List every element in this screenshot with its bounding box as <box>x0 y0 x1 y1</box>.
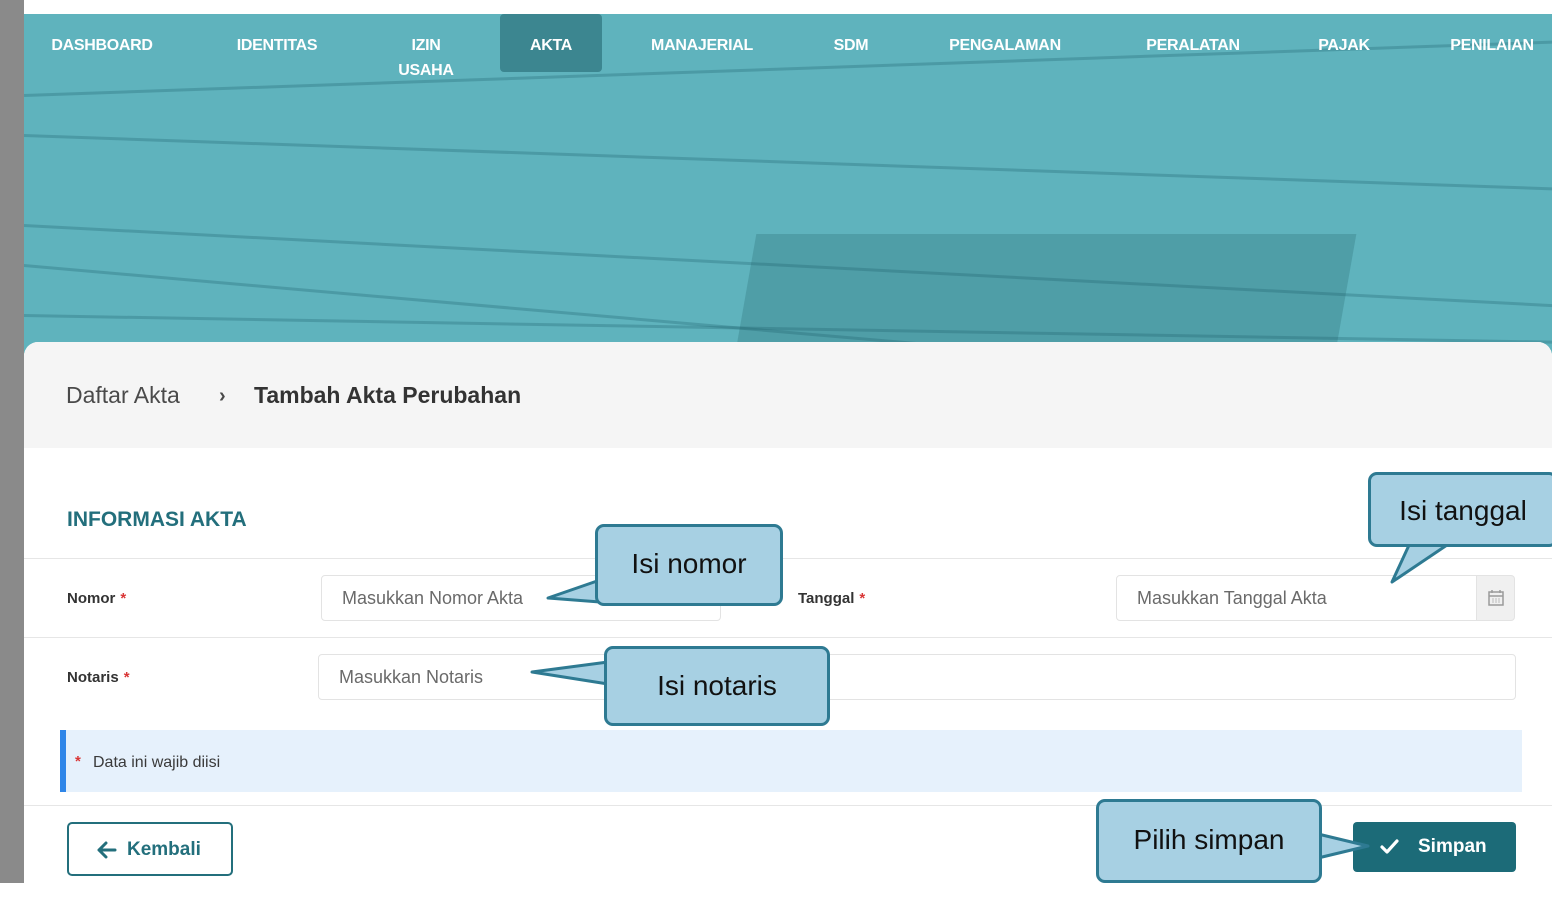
divider <box>24 558 1552 559</box>
arrow-left-icon <box>97 841 117 859</box>
breadcrumb: Daftar Akta › Tambah Akta Perubahan <box>24 342 1552 448</box>
callout-pilih-simpan: Pilih simpan <box>1096 799 1322 883</box>
breadcrumb-chevron-icon: › <box>219 385 226 407</box>
nav-penilaian[interactable]: PENILAIAN <box>1432 14 1552 72</box>
required-notice: * Data ini wajib diisi <box>60 730 1522 792</box>
nav-pajak[interactable]: PAJAK <box>1302 14 1386 72</box>
check-icon <box>1380 839 1399 854</box>
top-border <box>0 0 1552 14</box>
notaris-input[interactable] <box>318 654 1516 700</box>
tanggal-input[interactable] <box>1116 575 1477 621</box>
save-button-label: Simpan <box>1418 836 1487 857</box>
calendar-icon[interactable] <box>1477 575 1515 621</box>
nav-akta[interactable]: AKTA <box>500 14 602 72</box>
notaris-label: Notaris * <box>67 669 130 686</box>
callout-isi-nomor: Isi nomor <box>595 524 783 606</box>
notice-text: Data ini wajib diisi <box>93 754 221 771</box>
nav-manajerial[interactable]: MANAJERIAL <box>632 14 772 72</box>
left-border <box>0 0 24 883</box>
divider <box>24 637 1552 638</box>
required-star: * <box>75 753 81 770</box>
nav-dashboard[interactable]: DASHBOARD <box>34 14 170 72</box>
save-button[interactable]: Simpan <box>1353 822 1516 872</box>
divider <box>24 805 1552 806</box>
breadcrumb-parent-link[interactable]: Daftar Akta <box>66 382 180 409</box>
breadcrumb-current: Tambah Akta Perubahan <box>254 382 522 408</box>
form-card: Daftar Akta › Tambah Akta Perubahan INFO… <box>24 342 1552 902</box>
nav-sdm[interactable]: SDM <box>814 14 888 72</box>
nav-pengalaman[interactable]: PENGALAMAN <box>930 14 1080 72</box>
callout-isi-notaris: Isi notaris <box>604 646 830 726</box>
main-nav: DASHBOARD IDENTITAS IZIN USAHA AKTA MANA… <box>24 14 1552 94</box>
nav-peralatan[interactable]: PERALATAN <box>1128 14 1258 72</box>
tanggal-label: Tanggal * <box>798 590 866 607</box>
callout-isi-tanggal: Isi tanggal <box>1368 472 1552 547</box>
nomor-label: Nomor * <box>67 590 127 607</box>
back-button[interactable]: Kembali <box>67 822 233 876</box>
back-button-label: Kembali <box>127 839 201 860</box>
section-title: INFORMASI AKTA <box>67 508 247 531</box>
nav-identitas[interactable]: IDENTITAS <box>214 14 340 72</box>
nav-izin-usaha[interactable]: IZIN USAHA <box>374 14 478 79</box>
